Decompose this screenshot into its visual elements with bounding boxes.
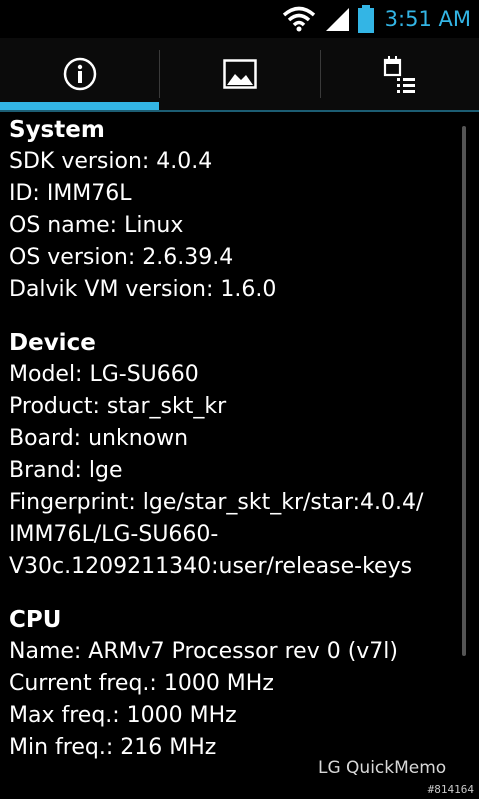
info-row: Name: ARMv7 Processor rev 0 (v7l): [9, 639, 398, 664]
section-heading: System: [9, 117, 105, 143]
info-row: IMM76L/LG-SU660-: [9, 522, 219, 547]
battery-icon: [357, 5, 374, 33]
device-section: Device Model: LG-SU660 Product: star_skt…: [9, 327, 464, 583]
section-heading: Device: [9, 330, 96, 356]
section-heading: CPU: [9, 607, 62, 633]
status-clock: 3:51 AM: [384, 7, 471, 31]
info-row: ID: IMM76L: [9, 181, 132, 206]
info-row: Model: LG-SU660: [9, 362, 199, 387]
image-icon: [222, 59, 257, 89]
status-bar: 3:51 AM: [0, 0, 479, 38]
info-row: OS name: Linux: [9, 213, 184, 238]
tab-calendar-list[interactable]: [320, 38, 479, 110]
info-icon: [63, 57, 96, 91]
calendar-list-icon: [383, 56, 415, 93]
info-row: Dalvik VM version: 1.6.0: [9, 277, 277, 302]
info-row: V30c.1209211340:user/release-keys: [9, 554, 413, 579]
tab-info[interactable]: [0, 38, 159, 110]
tab-image[interactable]: [160, 38, 319, 110]
status-icons: 3:51 AM: [282, 4, 471, 34]
info-row: Product: star_skt_kr: [9, 394, 227, 419]
scrollbar[interactable]: [462, 126, 466, 656]
cpu-section: CPU Name: ARMv7 Processor rev 0 (v7l) Cu…: [9, 604, 464, 764]
tab-bar: [0, 38, 479, 112]
info-content[interactable]: System SDK version: 4.0.4 ID: IMM76L OS …: [9, 114, 464, 785]
info-row: Fingerprint: lge/star_skt_kr/star:4.0.4/: [9, 490, 424, 515]
info-row: Board: unknown: [9, 426, 189, 451]
info-row: Max freq.: 1000 MHz: [9, 703, 237, 728]
wifi-icon: [282, 6, 315, 32]
info-row: Current freq.: 1000 MHz: [9, 671, 274, 696]
selected-tab-indicator: [0, 102, 159, 110]
quickmemo-watermark: LG QuickMemo: [318, 758, 447, 778]
info-row: Brand: lge: [9, 458, 123, 483]
image-tag: #814164: [427, 783, 474, 796]
system-section: System SDK version: 4.0.4 ID: IMM76L OS …: [9, 114, 464, 306]
info-row: SDK version: 4.0.4: [9, 149, 213, 174]
info-row: OS version: 2.6.39.4: [9, 245, 234, 270]
signal-icon: [325, 8, 349, 31]
